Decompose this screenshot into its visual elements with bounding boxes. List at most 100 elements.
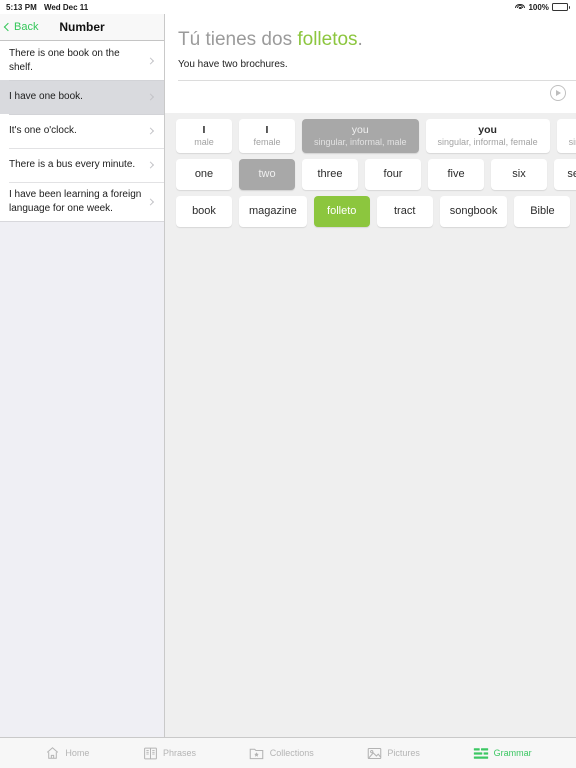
list-item[interactable]: There is a bus every minute. — [0, 148, 164, 182]
folder-star-icon — [249, 746, 265, 761]
tab-home-label: Home — [65, 748, 89, 758]
chip-pronoun-1[interactable]: I female — [239, 119, 295, 153]
chip-main-label: tract — [394, 205, 415, 218]
chip-main-label: I — [266, 124, 269, 136]
book-open-icon — [142, 746, 158, 761]
tab-grammar[interactable]: Grammar — [473, 746, 532, 761]
chip-noun-5[interactable]: Bible — [514, 196, 570, 227]
battery-percent-label: 100% — [528, 3, 548, 12]
chip-main-label: three — [317, 168, 342, 181]
native-translation: You have two brochures. — [178, 59, 576, 70]
pronoun-row: I male I female you singular, informal, … — [165, 119, 576, 159]
chip-main-label: songbook — [450, 205, 498, 218]
bars-icon — [473, 746, 489, 761]
audio-row — [165, 81, 576, 113]
tab-home[interactable]: Home — [44, 746, 89, 761]
status-right-cluster: 100% — [515, 3, 570, 12]
play-circle-icon[interactable] — [550, 85, 566, 101]
status-date: Wed Dec 11 — [44, 3, 88, 12]
list-item-label: I have one book. — [9, 90, 83, 104]
chip-pronoun-4[interactable]: you singular, formal — [557, 119, 576, 153]
chip-main-label: four — [384, 168, 403, 181]
phrase-header: Tú tienes dos folletos. You have two bro… — [165, 14, 576, 81]
word-chooser-area: I male I female you singular, informal, … — [165, 113, 576, 737]
chip-main-label: two — [258, 168, 275, 181]
tab-collections-label: Collections — [270, 748, 314, 758]
content-pane: Tú tienes dos folletos. You have two bro… — [165, 14, 576, 737]
chip-main-label: one — [195, 168, 213, 181]
chip-sub-label: singular, informal, female — [438, 137, 538, 148]
tab-collections[interactable]: Collections — [249, 746, 314, 761]
chip-sub-label: female — [253, 137, 280, 148]
chevron-right-icon — [147, 198, 154, 205]
back-button[interactable]: Back — [0, 21, 38, 33]
tab-bar: Home Phrases Collections — [0, 737, 576, 768]
chevron-left-icon — [4, 23, 12, 31]
chip-number-2[interactable]: three — [302, 159, 358, 190]
target-phrase-suffix: . — [358, 29, 363, 50]
list-item-label: There is one book on the shelf. — [9, 47, 144, 74]
chip-number-1[interactable]: two — [239, 159, 295, 190]
noun-row: book magazine folleto tract songbook — [165, 196, 576, 233]
chip-sub-label: male — [194, 137, 214, 148]
chip-noun-4[interactable]: songbook — [440, 196, 508, 227]
tab-pictures-label: Pictures — [387, 748, 420, 758]
chip-sub-label: singular, formal — [569, 137, 576, 148]
status-time: 5:13 PM — [6, 3, 37, 12]
chip-number-4[interactable]: five — [428, 159, 484, 190]
chip-main-label: five — [447, 168, 464, 181]
chevron-right-icon — [147, 57, 154, 64]
chip-main-label: Bible — [530, 205, 554, 218]
chip-main-label: book — [192, 205, 216, 218]
photo-icon — [366, 746, 382, 761]
chip-main-label: I — [203, 124, 206, 136]
body-wrapper: Back Number There is one book on the she… — [0, 14, 576, 737]
chip-number-5[interactable]: six — [491, 159, 547, 190]
list-item[interactable]: There is one book on the shelf. — [0, 41, 164, 80]
chip-number-6[interactable]: seven — [554, 159, 576, 190]
target-phrase-highlight: folletos — [297, 29, 357, 50]
tab-phrases[interactable]: Phrases — [142, 746, 196, 761]
tab-grammar-label: Grammar — [494, 748, 532, 758]
list-item[interactable]: It's one o'clock. — [0, 114, 164, 148]
sidebar-empty-area — [0, 221, 164, 737]
chip-main-label: folleto — [327, 205, 356, 218]
chevron-right-icon — [147, 127, 154, 134]
chip-main-label: six — [512, 168, 525, 181]
list-item[interactable]: I have one book. — [0, 80, 164, 114]
app-root: 5:13 PM Wed Dec 11 100% Back Number Ther… — [0, 0, 576, 768]
chip-noun-3[interactable]: tract — [377, 196, 433, 227]
chevron-right-icon — [147, 161, 154, 168]
tab-phrases-label: Phrases — [163, 748, 196, 758]
chip-number-0[interactable]: one — [176, 159, 232, 190]
chip-main-label: you — [352, 124, 369, 136]
list-item-label: I have been learning a foreign language … — [9, 188, 144, 215]
chip-noun-2[interactable]: folleto — [314, 196, 370, 227]
chip-sub-label: singular, informal, male — [314, 137, 407, 148]
chip-pronoun-0[interactable]: I male — [176, 119, 232, 153]
target-phrase: Tú tienes dos folletos. — [178, 28, 576, 52]
chip-noun-0[interactable]: book — [176, 196, 232, 227]
chip-main-label: seven — [567, 168, 576, 181]
sidebar-nav-header: Back Number — [0, 14, 164, 41]
chip-noun-1[interactable]: magazine — [239, 196, 307, 227]
list-item[interactable]: I have been learning a foreign language … — [0, 182, 164, 221]
tab-pictures[interactable]: Pictures — [366, 746, 420, 761]
list-item-label: There is a bus every minute. — [9, 158, 135, 172]
chip-number-3[interactable]: four — [365, 159, 421, 190]
wifi-icon — [515, 3, 525, 11]
phrase-list: There is one book on the shelf. I have o… — [0, 41, 164, 221]
list-item-label: It's one o'clock. — [9, 124, 77, 138]
chip-pronoun-3[interactable]: you singular, informal, female — [426, 119, 550, 153]
sidebar: Back Number There is one book on the she… — [0, 14, 165, 737]
chip-main-label: you — [478, 124, 497, 136]
status-bar: 5:13 PM Wed Dec 11 100% — [0, 0, 576, 14]
chip-main-label: magazine — [249, 205, 297, 218]
chevron-right-icon — [147, 93, 154, 100]
target-phrase-prefix: Tú tienes dos — [178, 29, 297, 50]
chip-pronoun-2[interactable]: you singular, informal, male — [302, 119, 419, 153]
number-row: one two three four five six — [165, 159, 576, 196]
back-button-label: Back — [14, 21, 38, 33]
home-icon — [44, 746, 60, 761]
battery-full-icon — [552, 3, 570, 11]
